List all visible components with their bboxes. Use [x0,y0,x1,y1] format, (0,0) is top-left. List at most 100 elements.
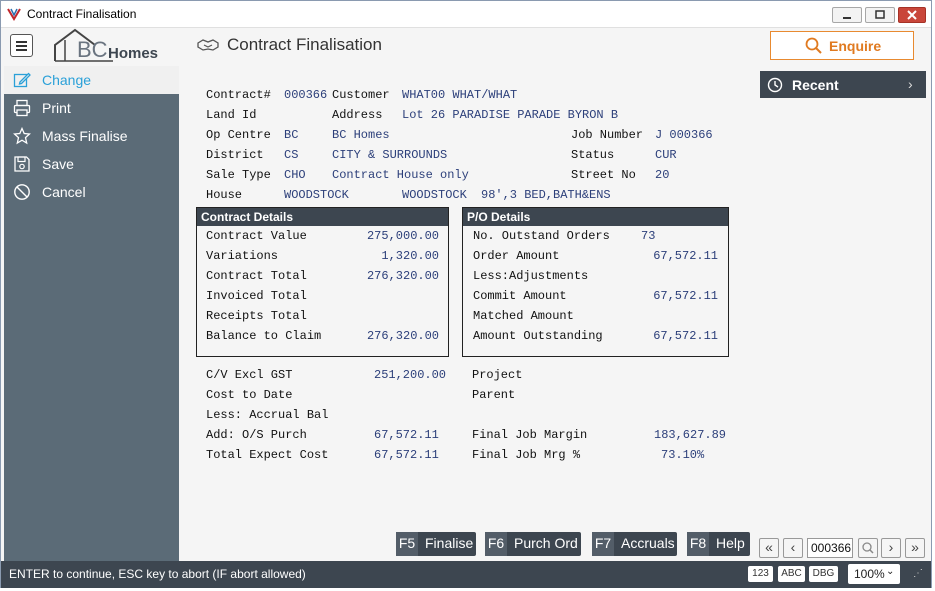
enquire-label: Enquire [829,38,882,54]
contract-total-value: 276,320.00 [366,269,439,283]
status-bar: ENTER to continue, ESC key to abort (IF … [1,561,931,588]
search-icon [862,542,874,554]
help-button[interactable]: F8 Help [687,532,750,556]
app-logo-icon [7,8,21,21]
os-purch-value: 67,572.11 [374,428,439,442]
outstanding-orders-label: No. Outstand Orders [473,229,610,243]
commit-amount-label: Commit Amount [473,289,567,303]
contract-details-title: Contract Details [197,208,448,226]
amount-outstanding-value: 67,572.11 [653,329,718,343]
cv-excl-gst-label: C/V Excl GST [206,368,293,382]
handshake-icon [197,39,219,51]
record-number-input[interactable] [807,538,853,558]
header: BC Homes Contract Finalisation Enquire [1,28,931,66]
minimize-icon [843,17,851,19]
cost-to-date-label: Cost to Date [206,388,293,402]
house-label: House [206,188,243,202]
job-number-label: Job Number [571,128,644,142]
recent-panel-button[interactable]: Recent › [760,71,926,98]
contract-value: 275,000.00 [366,229,439,243]
f7-key: F7 [592,532,614,556]
sidebar-item-mass-finalise[interactable]: Mass Finalise [4,122,179,150]
zoom-value: 100% [854,567,885,581]
customer-value: WHAT00 WHAT/WHAT [402,88,518,102]
house-description: 98',3 BED,BATH&ENS [481,188,611,202]
minimize-button[interactable] [832,7,862,23]
page-title: Contract Finalisation [227,35,382,54]
purch-ord-label: Purch Ord [514,535,578,551]
pencil-icon [13,72,31,88]
final-job-margin-label: Final Job Margin [472,428,588,442]
order-amount-label: Order Amount [473,249,560,263]
help-label: Help [716,535,745,551]
next-record-button[interactable]: › [881,538,901,558]
accruals-label: Accruals [621,535,675,551]
printer-icon [13,99,31,117]
first-record-button[interactable]: « [759,538,779,558]
close-icon [907,10,917,20]
sidebar-item-print[interactable]: Print [4,94,179,122]
mode-abc-indicator[interactable]: ABC [778,566,805,582]
project-label: Project [472,368,523,382]
total-expect-cost-label: Total Expect Cost [206,448,329,462]
po-details-title: P/O Details [463,208,728,226]
mode-dbg-indicator[interactable]: DBG [809,566,838,582]
accruals-button[interactable]: F7 Accruals [592,532,677,556]
last-record-button[interactable]: » [905,538,925,558]
finalise-button[interactable]: F5 Finalise [396,532,476,556]
district-code: CS [284,148,299,162]
address-label: Address [332,108,383,122]
chevron-left-icon: ‹ [790,539,796,555]
search-record-button[interactable] [858,538,878,558]
sidebar-item-save[interactable]: Save [4,150,179,178]
cancel-icon [14,184,30,200]
accrual-bal-label: Less: Accrual Bal [206,408,329,422]
final-job-margin-pct-label: Final Job Mrg % [472,448,581,462]
app-window: Contract Finalisation BC Homes Contract … [0,0,932,588]
maximize-icon [875,10,885,19]
street-no-label: Street No [571,168,636,182]
balance-to-claim-value: 276,320.00 [366,329,439,343]
mode-123-indicator[interactable]: 123 [748,566,773,582]
finalise-label: Finalise [425,535,474,551]
status-label: Status [571,148,615,162]
cv-excl-gst-value: 251,200.00 [374,368,447,382]
bc-homes-logo: BC Homes [53,28,168,64]
enquire-button[interactable]: Enquire [770,31,914,60]
purch-ord-button[interactable]: F6 Purch Ord [485,532,581,556]
clock-icon [767,77,783,93]
search-icon [805,37,822,54]
house-code: WOODSTOCK [284,188,349,202]
sidebar-item-cancel[interactable]: Cancel [4,178,179,206]
sidebar-item-label: Save [42,156,74,172]
contract-total-label: Contract Total [206,269,307,283]
zoom-select[interactable]: 100% ⌄ [848,564,900,584]
status-value: CUR [655,148,677,162]
contract-number-field[interactable]: 000366 [284,88,327,102]
land-id-label: Land Id [206,108,257,122]
close-button[interactable] [898,7,926,23]
hamburger-menu-button[interactable] [10,34,33,57]
f8-key: F8 [687,532,709,556]
sidebar: Change Print Mass Finalise Save Cancel [4,66,179,561]
sidebar-item-change[interactable]: Change [4,66,179,94]
main-content: Contract# 000366 Customer WHAT00 WHAT/WH… [179,66,931,561]
sidebar-item-label: Print [42,100,71,116]
maximize-button[interactable] [865,7,895,23]
title-bar: Contract Finalisation [1,1,931,28]
recent-label: Recent [792,77,839,93]
resize-grip-icon[interactable]: ⋰ [913,568,923,579]
op-centre-code: BC [284,128,299,142]
sidebar-item-label: Mass Finalise [42,128,128,144]
matched-amount-label: Matched Amount [473,309,574,323]
variations-value: 1,320.00 [381,249,439,263]
double-chevron-right-icon: » [911,539,919,555]
variations-label: Variations [206,249,279,263]
contract-details-panel: Contract Details Contract Value 275,000.… [196,207,449,357]
contract-label: Contract# [206,88,271,102]
window-title: Contract Finalisation [27,7,137,21]
job-number-value: J 000366 [655,128,713,142]
status-message: ENTER to continue, ESC key to abort (IF … [9,567,306,581]
previous-record-button[interactable]: ‹ [783,538,803,558]
commit-amount-value: 67,572.11 [653,289,718,303]
